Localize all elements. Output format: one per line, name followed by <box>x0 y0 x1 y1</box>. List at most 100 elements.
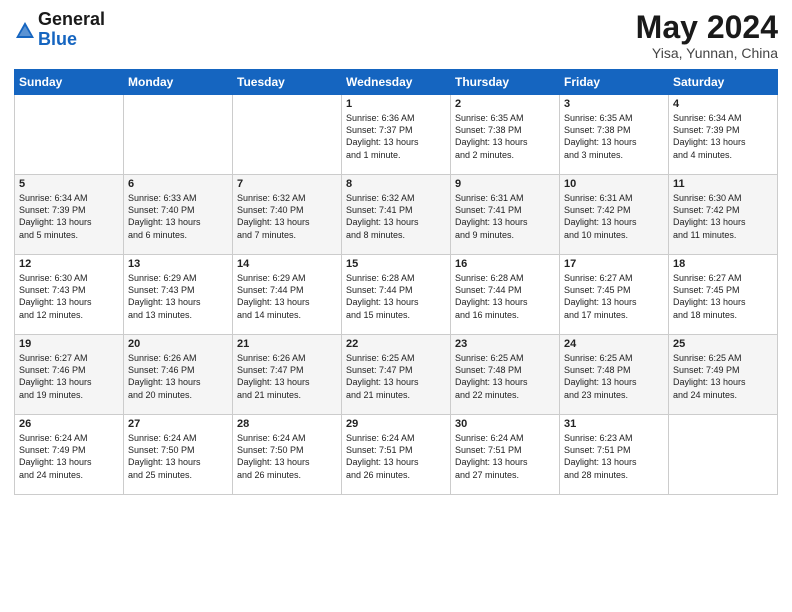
day-number: 26 <box>19 418 119 430</box>
calendar-cell: 6Sunrise: 6:33 AMSunset: 7:40 PMDaylight… <box>124 175 233 255</box>
day-number: 15 <box>346 258 446 270</box>
cell-text: Sunrise: 6:35 AMSunset: 7:38 PMDaylight:… <box>564 112 664 161</box>
day-number: 23 <box>455 338 555 350</box>
calendar-cell: 22 Sunrise: 6:25 AMSunset: 7:47 PMDayligh… <box>342 335 451 415</box>
location: Yisa, Yunnan, China <box>636 45 778 61</box>
day-number: 2 <box>455 98 555 110</box>
calendar-cell: 28 Sunrise: 6:24 AMSunset: 7:50 PMDayligh… <box>233 415 342 495</box>
day-number: 30 <box>455 418 555 430</box>
calendar-cell: 8 Sunrise: 6:32 AMSunset: 7:41 PMDaylight… <box>342 175 451 255</box>
day-number: 9 <box>455 178 555 190</box>
logo-blue: Blue <box>38 30 105 50</box>
cell-text: Sunrise: 6:24 AMSunset: 7:49 PMDaylight:… <box>19 432 119 481</box>
calendar-cell: 15 Sunrise: 6:28 AMSunset: 7:44 PMDayligh… <box>342 255 451 335</box>
day-number: 3 <box>564 98 664 110</box>
calendar-cell: 4 Sunrise: 6:34 AMSunset: 7:39 PMDaylight… <box>669 95 778 175</box>
cell-text: Sunrise: 6:24 AMSunset: 7:51 PMDaylight:… <box>346 432 446 481</box>
title-area: May 2024 Yisa, Yunnan, China <box>636 10 778 61</box>
cell-text: Sunrise: 6:27 AMSunset: 7:45 PMDaylight:… <box>673 272 773 321</box>
calendar-cell <box>669 415 778 495</box>
cell-text: Sunrise: 6:25 AMSunset: 7:47 PMDaylight:… <box>346 352 446 401</box>
calendar-cell: 7Sunrise: 6:32 AMSunset: 7:40 PMDaylight… <box>233 175 342 255</box>
calendar-cell: 17Sunrise: 6:27 AMSunset: 7:45 PMDayligh… <box>560 255 669 335</box>
calendar-cell: 23 Sunrise: 6:25 AMSunset: 7:48 PMDayligh… <box>451 335 560 415</box>
calendar-cell: 2Sunrise: 6:35 AMSunset: 7:38 PMDaylight… <box>451 95 560 175</box>
day-number: 8 <box>346 178 446 190</box>
day-number: 4 <box>673 98 773 110</box>
week-row-4: 19 Sunrise: 6:27 AMSunset: 7:46 PMDayligh… <box>15 335 778 415</box>
weekday-header-friday: Friday <box>560 70 669 95</box>
cell-text: Sunrise: 6:29 AMSunset: 7:44 PMDaylight:… <box>237 272 337 321</box>
day-number: 1 <box>346 98 446 110</box>
calendar-cell: 1 Sunrise: 6:36 AMSunset: 7:37 PMDaylight… <box>342 95 451 175</box>
weekday-header-tuesday: Tuesday <box>233 70 342 95</box>
day-number: 13 <box>128 258 228 270</box>
cell-text: Sunrise: 6:25 AMSunset: 7:48 PMDaylight:… <box>455 352 555 401</box>
header: General Blue May 2024 Yisa, Yunnan, Chin… <box>14 10 778 61</box>
calendar-table: SundayMondayTuesdayWednesdayThursdayFrid… <box>14 69 778 495</box>
calendar-cell: 24Sunrise: 6:25 AMSunset: 7:48 PMDayligh… <box>560 335 669 415</box>
calendar-cell: 29 Sunrise: 6:24 AMSunset: 7:51 PMDayligh… <box>342 415 451 495</box>
cell-text: Sunrise: 6:32 AMSunset: 7:41 PMDaylight:… <box>346 192 446 241</box>
week-row-5: 26 Sunrise: 6:24 AMSunset: 7:49 PMDayligh… <box>15 415 778 495</box>
calendar-cell: 10 Sunrise: 6:31 AMSunset: 7:42 PMDayligh… <box>560 175 669 255</box>
week-row-1: 1 Sunrise: 6:36 AMSunset: 7:37 PMDaylight… <box>15 95 778 175</box>
calendar-cell: 18 Sunrise: 6:27 AMSunset: 7:45 PMDayligh… <box>669 255 778 335</box>
calendar-cell: 16Sunrise: 6:28 AMSunset: 7:44 PMDayligh… <box>451 255 560 335</box>
cell-text: Sunrise: 6:34 AMSunset: 7:39 PMDaylight:… <box>19 192 119 241</box>
calendar-cell: 26 Sunrise: 6:24 AMSunset: 7:49 PMDayligh… <box>15 415 124 495</box>
day-number: 5 <box>19 178 119 190</box>
day-number: 11 <box>673 178 773 190</box>
cell-text: Sunrise: 6:26 AMSunset: 7:46 PMDaylight:… <box>128 352 228 401</box>
day-number: 28 <box>237 418 337 430</box>
day-number: 31 <box>564 418 664 430</box>
calendar-cell: 9 Sunrise: 6:31 AMSunset: 7:41 PMDaylight… <box>451 175 560 255</box>
calendar-cell: 21 Sunrise: 6:26 AMSunset: 7:47 PMDayligh… <box>233 335 342 415</box>
day-number: 29 <box>346 418 446 430</box>
calendar-cell: 25 Sunrise: 6:25 AMSunset: 7:49 PMDayligh… <box>669 335 778 415</box>
cell-text: Sunrise: 6:24 AMSunset: 7:51 PMDaylight:… <box>455 432 555 481</box>
calendar-cell: 27Sunrise: 6:24 AMSunset: 7:50 PMDayligh… <box>124 415 233 495</box>
weekday-header-thursday: Thursday <box>451 70 560 95</box>
calendar-cell: 31 Sunrise: 6:23 AMSunset: 7:51 PMDayligh… <box>560 415 669 495</box>
weekday-header-sunday: Sunday <box>15 70 124 95</box>
day-number: 27 <box>128 418 228 430</box>
cell-text: Sunrise: 6:34 AMSunset: 7:39 PMDaylight:… <box>673 112 773 161</box>
calendar-cell: 5 Sunrise: 6:34 AMSunset: 7:39 PMDaylight… <box>15 175 124 255</box>
cell-text: Sunrise: 6:33 AMSunset: 7:40 PMDaylight:… <box>128 192 228 241</box>
cell-text: Sunrise: 6:32 AMSunset: 7:40 PMDaylight:… <box>237 192 337 241</box>
calendar-cell: 11Sunrise: 6:30 AMSunset: 7:42 PMDayligh… <box>669 175 778 255</box>
cell-text: Sunrise: 6:27 AMSunset: 7:46 PMDaylight:… <box>19 352 119 401</box>
day-number: 21 <box>237 338 337 350</box>
logo-icon <box>14 20 36 42</box>
day-number: 25 <box>673 338 773 350</box>
cell-text: Sunrise: 6:28 AMSunset: 7:44 PMDaylight:… <box>455 272 555 321</box>
cell-text: Sunrise: 6:36 AMSunset: 7:37 PMDaylight:… <box>346 112 446 161</box>
cell-text: Sunrise: 6:29 AMSunset: 7:43 PMDaylight:… <box>128 272 228 321</box>
month-title: May 2024 <box>636 10 778 45</box>
weekday-header-monday: Monday <box>124 70 233 95</box>
calendar-cell <box>15 95 124 175</box>
calendar-cell: 14 Sunrise: 6:29 AMSunset: 7:44 PMDayligh… <box>233 255 342 335</box>
cell-text: Sunrise: 6:26 AMSunset: 7:47 PMDaylight:… <box>237 352 337 401</box>
day-number: 18 <box>673 258 773 270</box>
cell-text: Sunrise: 6:23 AMSunset: 7:51 PMDaylight:… <box>564 432 664 481</box>
weekday-header-saturday: Saturday <box>669 70 778 95</box>
day-number: 19 <box>19 338 119 350</box>
cell-text: Sunrise: 6:31 AMSunset: 7:41 PMDaylight:… <box>455 192 555 241</box>
day-number: 14 <box>237 258 337 270</box>
calendar-cell: 3 Sunrise: 6:35 AMSunset: 7:38 PMDaylight… <box>560 95 669 175</box>
day-number: 22 <box>346 338 446 350</box>
day-number: 10 <box>564 178 664 190</box>
cell-text: Sunrise: 6:28 AMSunset: 7:44 PMDaylight:… <box>346 272 446 321</box>
cell-text: Sunrise: 6:25 AMSunset: 7:49 PMDaylight:… <box>673 352 773 401</box>
weekday-header-wednesday: Wednesday <box>342 70 451 95</box>
calendar-cell: 30 Sunrise: 6:24 AMSunset: 7:51 PMDayligh… <box>451 415 560 495</box>
week-row-2: 5 Sunrise: 6:34 AMSunset: 7:39 PMDaylight… <box>15 175 778 255</box>
cell-text: Sunrise: 6:24 AMSunset: 7:50 PMDaylight:… <box>237 432 337 481</box>
logo: General Blue <box>14 10 105 50</box>
cell-text: Sunrise: 6:31 AMSunset: 7:42 PMDaylight:… <box>564 192 664 241</box>
calendar-cell <box>233 95 342 175</box>
day-number: 24 <box>564 338 664 350</box>
week-row-3: 12Sunrise: 6:30 AMSunset: 7:43 PMDayligh… <box>15 255 778 335</box>
